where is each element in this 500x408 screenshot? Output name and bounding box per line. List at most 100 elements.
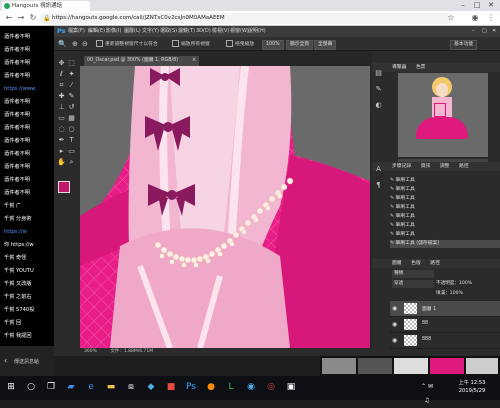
fill-control[interactable]: 填滿：100% — [436, 290, 463, 298]
hangouts-message-item[interactable]: 千賀 我認回 — [4, 331, 54, 342]
history-item[interactable]: ✎ 筆刷工具 — [390, 177, 500, 185]
blend-mode-select[interactable]: 穿透 — [392, 280, 434, 288]
line-icon[interactable]: L — [224, 380, 238, 394]
eye-icon[interactable]: ◉ — [392, 321, 397, 328]
history-item[interactable]: ✎ 筆刷工具 — [390, 195, 500, 203]
history-item[interactable]: ✎ 筆刷工具 — [390, 222, 500, 230]
window-preview[interactable] — [358, 358, 392, 374]
tab-paths[interactable]: 路徑 — [459, 164, 469, 169]
workspace-selector[interactable]: 基本功能 — [450, 40, 478, 50]
url-input[interactable]: 🔒 https://hangouts.google.com/call/jZNTx… — [40, 13, 452, 24]
eye-icon[interactable]: ◉ — [392, 305, 397, 312]
resize-windows-checkbox[interactable]: 重新調整視窗尺寸以符合 — [96, 40, 158, 48]
fill-value[interactable]: 100% — [450, 291, 463, 296]
document-tab[interactable]: 00_Oscar.psd @ 300% (圖層 1, RGB/8) × — [84, 56, 199, 66]
hangouts-message-item[interactable]: https://www — [4, 84, 54, 95]
star-icon[interactable]: ☆ — [446, 13, 456, 23]
ps-minimize-icon[interactable]: – — [472, 26, 475, 37]
eye-icon[interactable]: ◉ — [392, 337, 397, 344]
window-preview[interactable] — [430, 358, 464, 374]
chevron-left-icon[interactable]: ‹ — [4, 356, 7, 365]
back-arrow-icon[interactable]: ← — [4, 13, 14, 23]
chrome-icon[interactable]: ◎ — [264, 380, 278, 394]
tab-channels[interactable]: 色版 — [411, 261, 421, 266]
menu-item[interactable]: 視窗(W) — [230, 26, 249, 37]
app-icon[interactable]: ◉ — [244, 380, 258, 394]
hangouts-message-item[interactable]: 酒件者不明 — [4, 110, 54, 121]
zoom-100-button[interactable]: 100% — [262, 40, 284, 50]
hangouts-message-item[interactable]: 酒件者不明 — [4, 97, 54, 108]
search-icon[interactable]: ○ — [24, 380, 38, 394]
history-panel-icon[interactable]: ▤ — [374, 69, 383, 78]
zoom-out-icon[interactable]: ⊖ — [82, 40, 88, 48]
hangouts-message-item[interactable]: 千賀 广 — [4, 201, 54, 212]
app-icon[interactable]: ■ — [164, 380, 178, 394]
layer-row[interactable]: ◉ 888 — [390, 333, 500, 349]
hangouts-message-item[interactable]: 千賀 5740投 — [4, 305, 54, 316]
hangouts-message-item[interactable]: 酒件者不明 — [4, 123, 54, 134]
forward-arrow-icon[interactable]: → — [16, 13, 26, 23]
fill-screen-button[interactable]: 全螢幕 — [314, 40, 337, 50]
tab-layer-paths[interactable]: 路徑 — [430, 261, 440, 266]
brush-tool-icon[interactable]: ✎ — [67, 92, 76, 101]
hangouts-message-item[interactable]: 酒件者不明 — [4, 162, 54, 173]
layer-filter-select[interactable]: 種類 — [392, 270, 434, 278]
menu-item[interactable]: 文字(Y) — [142, 26, 159, 37]
menu-item[interactable]: 濾鏡(T) — [178, 26, 195, 37]
menu-item[interactable]: 檢視(V) — [212, 26, 229, 37]
history-item[interactable]: ✎ 筆刷工具 — [390, 186, 500, 194]
pen-tool-icon[interactable]: ✒ — [57, 136, 66, 145]
tab-swatches[interactable]: 色票 — [416, 65, 426, 70]
menu-item[interactable]: 3D(D) — [196, 26, 211, 37]
app-icon[interactable]: ◆ — [144, 380, 158, 394]
menu-item[interactable]: 檔案(F) — [68, 26, 85, 37]
tab-adjustments[interactable]: 調整 — [440, 164, 450, 169]
hangouts-message-item[interactable]: 千賀 分身術 — [4, 214, 54, 225]
folder-icon[interactable]: ▬ — [104, 380, 118, 394]
hangouts-message-item[interactable]: 酒件者不明 — [4, 175, 54, 186]
maximize-icon[interactable]: □ — [470, 0, 484, 11]
taskbar-clock[interactable]: 上午 12:53 2019/5/29 — [452, 379, 492, 395]
dodge-tool-icon[interactable]: ○ — [67, 125, 76, 134]
eyedropper-icon[interactable]: ⁄ — [67, 81, 76, 90]
reload-icon[interactable]: ↻ — [28, 13, 38, 23]
account-icon[interactable]: ◉ — [470, 13, 480, 23]
hangouts-bottom-bar[interactable]: ‹ 傳送訊息給 — [0, 346, 54, 376]
menu-item[interactable]: 說明(H) — [248, 26, 266, 37]
zoom-level[interactable]: 300% — [84, 349, 97, 354]
edge-browser-icon[interactable]: e — [84, 380, 98, 394]
hangouts-message-item[interactable]: 千賀 又改版 — [4, 279, 54, 290]
hangouts-message-item[interactable]: https://w — [4, 227, 54, 238]
hangouts-message-item[interactable]: 酒件者不明 — [4, 45, 54, 56]
tab-layers[interactable]: 圖層 — [392, 261, 402, 266]
shape-tool-icon[interactable]: ▭ — [67, 147, 76, 156]
zoom-in-icon[interactable]: ⊕ — [72, 40, 78, 48]
healing-brush-icon[interactable]: ✚ — [57, 92, 66, 101]
ps-maximize-icon[interactable]: □ — [482, 26, 487, 37]
crop-tool-icon[interactable]: ⌗ — [57, 81, 66, 90]
zoom-tool-icon[interactable]: 🔍 — [58, 40, 67, 48]
layer-row[interactable]: ◉ 圖層 1 — [390, 301, 500, 317]
history-item[interactable]: ✎ 筆刷工具 — [390, 204, 500, 212]
magic-wand-icon[interactable]: ✦ — [67, 70, 76, 79]
opacity-value[interactable]: 100% — [459, 281, 472, 286]
browser-tab[interactable]: Hangouts 視訊通話 — [2, 1, 90, 11]
menu-item[interactable]: 圖層(L) — [124, 26, 141, 37]
char-panel-icon[interactable]: A — [374, 165, 383, 174]
hangouts-message-item[interactable]: 千賀 奇怪 — [4, 253, 54, 264]
lasso-tool-icon[interactable]: ℓ — [57, 70, 66, 79]
tab-navigator[interactable]: 導覽器 — [392, 65, 406, 70]
task-view-icon[interactable]: ❐ — [44, 380, 58, 394]
history-item[interactable]: ✎ 筆刷工具 — [390, 213, 500, 221]
close-window-icon[interactable]: ✕ — [484, 0, 498, 11]
window-preview[interactable] — [466, 358, 498, 374]
foreground-color-swatch[interactable] — [58, 181, 70, 193]
hangouts-message-item[interactable]: 酒件者不明 — [4, 58, 54, 69]
layer-row[interactable]: ◉ 88 — [390, 317, 500, 333]
history-item[interactable]: ✎ 筆刷工具 (儲存檔案) — [390, 240, 500, 248]
menu-item[interactable]: 編輯(E) — [88, 26, 105, 37]
close-doc-icon[interactable]: × — [192, 56, 196, 66]
more-vert-icon[interactable]: ⋮ — [486, 13, 496, 23]
marquee-tool-icon[interactable]: ⬚ — [67, 59, 76, 68]
menu-item[interactable]: 選取(S) — [160, 26, 177, 37]
